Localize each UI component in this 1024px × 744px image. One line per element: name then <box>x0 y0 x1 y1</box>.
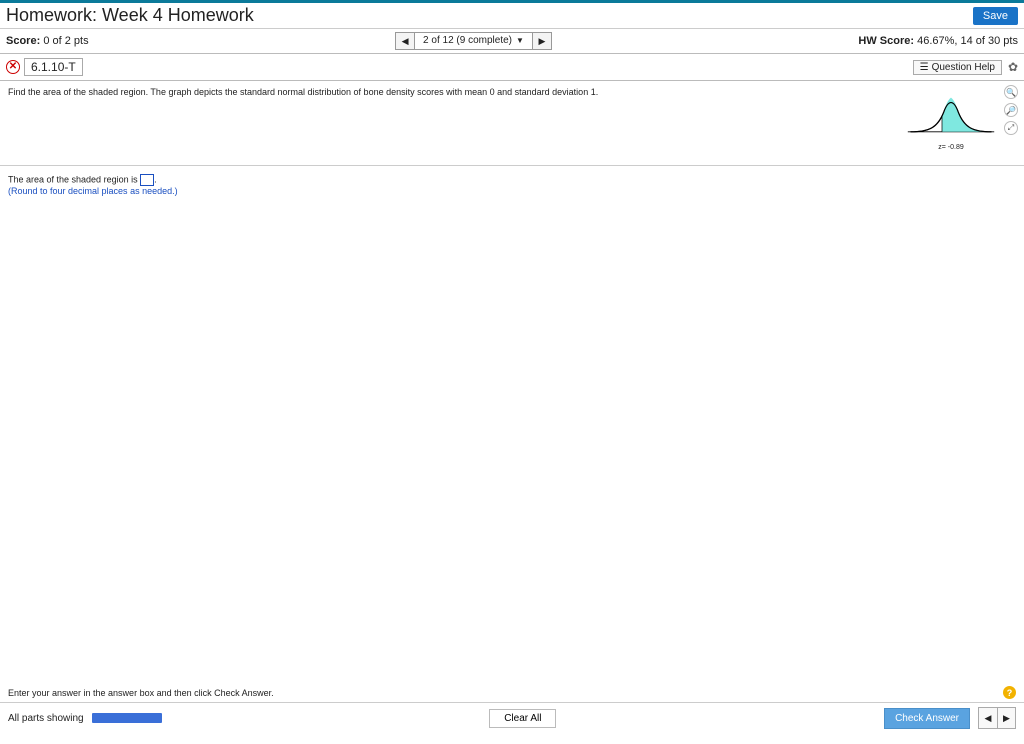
score-display: Score: 0 of 2 pts <box>6 35 89 47</box>
question-nav: ◀ 2 of 12 (9 complete) ▼ ▶ <box>89 32 859 50</box>
save-button[interactable]: Save <box>973 7 1018 25</box>
nav-position-label: 2 of 12 (9 complete) <box>423 33 512 49</box>
hw-score-label: HW Score: <box>858 35 914 47</box>
help-icon[interactable]: ? <box>1003 686 1016 699</box>
question-nav-dropdown[interactable]: 2 of 12 (9 complete) ▼ <box>415 32 532 50</box>
header-row: Homework: Week 4 Homework Save <box>0 3 1024 29</box>
answer-input[interactable] <box>140 174 154 186</box>
content-spacer <box>0 204 1024 684</box>
question-area: Find the area of the shaded region. The … <box>0 81 1024 166</box>
mini-nav: ◀ ▶ <box>978 707 1016 729</box>
expand-icon[interactable]: ⤢ <box>1004 121 1018 135</box>
answer-prefix-text: The area of the shaded region is <box>8 174 140 184</box>
triangle-left-icon: ◀ <box>402 36 409 47</box>
question-help-label: Question Help <box>932 62 995 73</box>
zoom-in-icon[interactable]: 🔍 <box>1004 85 1018 99</box>
page-title: Homework: Week 4 Homework <box>6 5 973 26</box>
triangle-right-icon: ▶ <box>538 36 545 47</box>
gear-icon[interactable]: ✿ <box>1008 60 1018 74</box>
progress-bar <box>92 713 162 723</box>
zoom-out-icon[interactable]: 🔎 <box>1004 103 1018 117</box>
caret-down-icon: ▼ <box>516 33 524 49</box>
normal-curve-svg <box>906 83 996 141</box>
prev-question-button[interactable]: ◀ <box>395 32 415 50</box>
question-text: Find the area of the shaded region. The … <box>8 87 708 97</box>
score-bar: Score: 0 of 2 pts ◀ 2 of 12 (9 complete)… <box>0 29 1024 54</box>
question-help-button[interactable]: ☰ Question Help <box>913 60 1002 75</box>
mini-prev-button[interactable]: ◀ <box>979 708 997 728</box>
check-answer-button[interactable]: Check Answer <box>884 708 970 729</box>
graph-caption: z= -0.89 <box>906 144 996 151</box>
answer-area: The area of the shaded region is . (Roun… <box>0 166 1024 204</box>
clear-all-button[interactable]: Clear All <box>489 709 556 728</box>
mini-next-button[interactable]: ▶ <box>997 708 1015 728</box>
bottom-bar: All parts showing Clear All Check Answer… <box>0 703 1024 733</box>
footer-hint-text: Enter your answer in the answer box and … <box>8 688 274 698</box>
hw-score-display: HW Score: 46.67%, 14 of 30 pts <box>858 35 1018 47</box>
score-label: Score: <box>6 35 40 47</box>
footer-hint-bar: Enter your answer in the answer box and … <box>0 684 1024 703</box>
rounding-note: (Round to four decimal places as needed.… <box>8 186 178 196</box>
hw-score-value: 46.67%, 14 of 30 pts <box>917 35 1018 47</box>
parts-showing-label: All parts showing <box>8 713 84 724</box>
incorrect-x-icon: ✕ <box>6 60 20 74</box>
graph-toolbar: 🔍 🔎 ⤢ <box>1004 85 1018 135</box>
next-question-button[interactable]: ▶ <box>532 32 552 50</box>
question-header-bar: ✕ 6.1.10-T ☰ Question Help ✿ <box>0 54 1024 81</box>
score-value: 0 of 2 pts <box>43 35 88 47</box>
question-number: 6.1.10-T <box>24 58 83 76</box>
list-icon: ☰ <box>920 62 929 73</box>
normal-distribution-graph[interactable]: z= -0.89 <box>906 83 996 151</box>
